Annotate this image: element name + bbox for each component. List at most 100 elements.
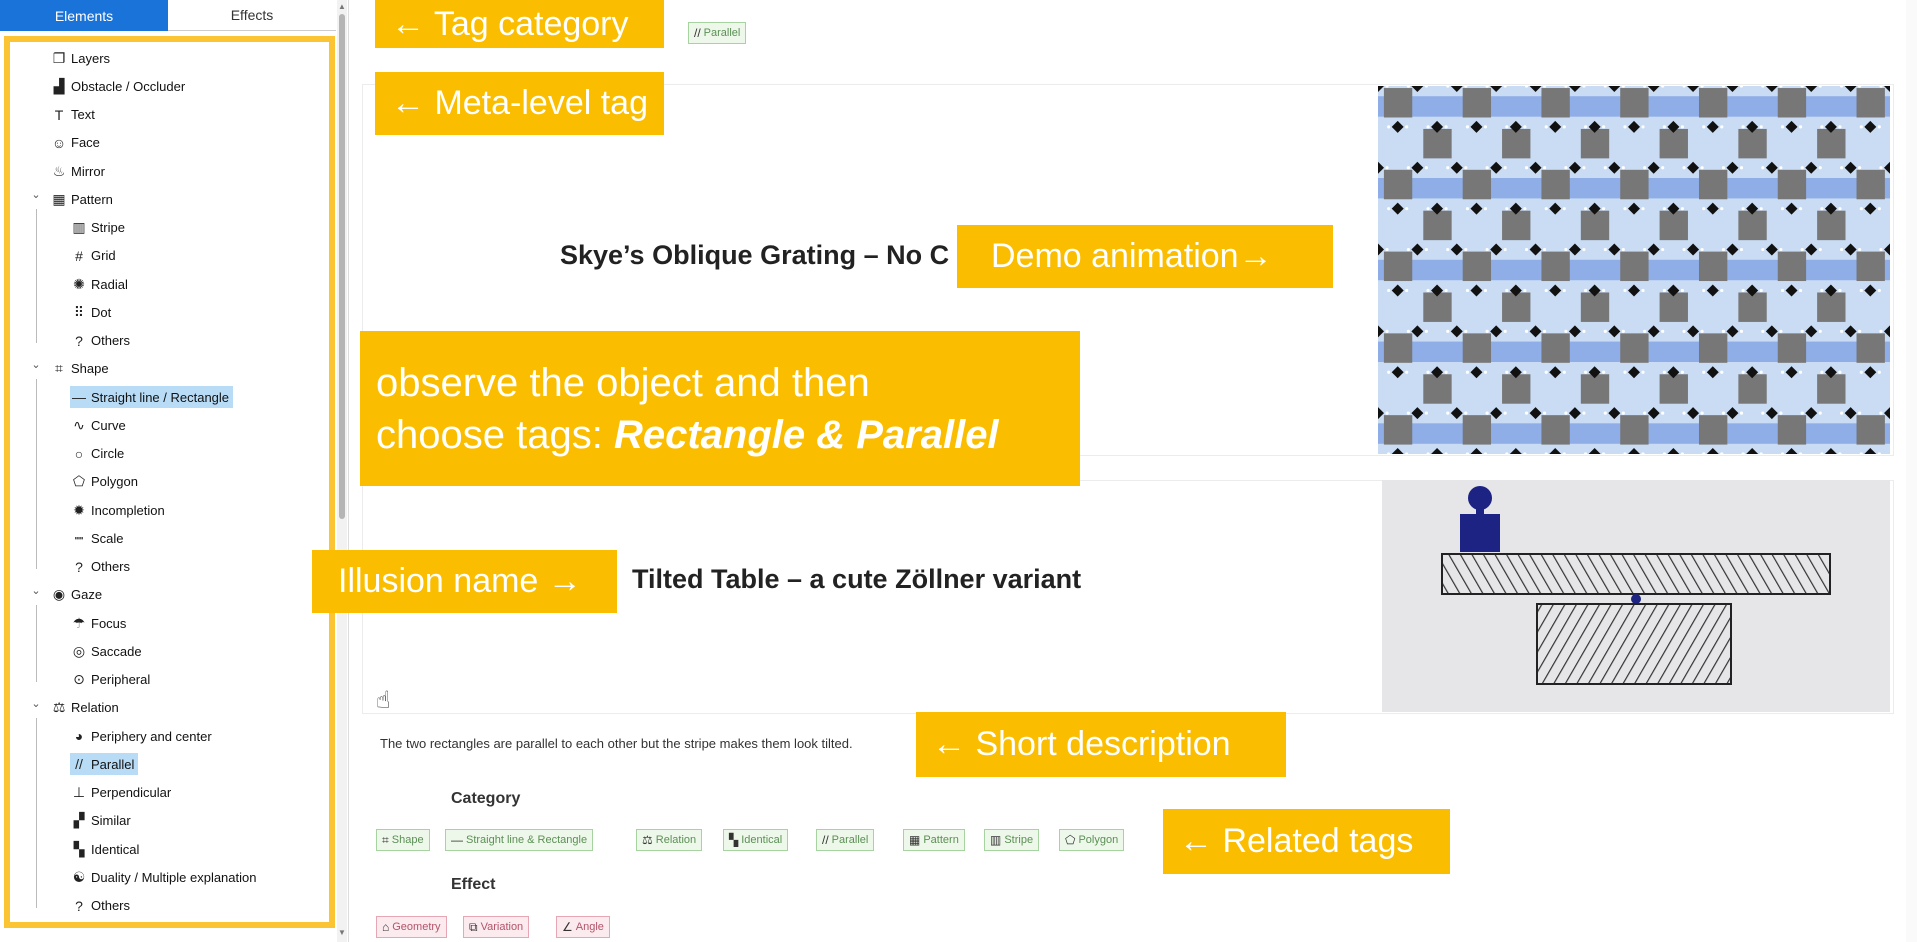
tree-item-grid[interactable]: # Grid [70,245,116,267]
grating-dot [1603,411,1607,415]
radial-icon: ✺ [73,275,85,292]
category-tag-straight-line-rectangle[interactable]: — Straight line & Rectangle [445,829,594,851]
grating-dot [1643,247,1647,252]
tree-item-identical[interactable]: ▚ Identical [70,838,140,860]
demo-animation-tilted-table[interactable] [1382,480,1890,712]
tree-item-label: Radial [91,276,128,292]
chevron-down-icon[interactable]: ⌄ [30,584,42,597]
tree-item-text[interactable]: T Text [50,104,95,126]
tag-icon: ▦ [909,833,921,847]
tree-item-curve[interactable]: ∿ Curve [70,414,126,436]
illusion-title-2[interactable]: Tilted Table – a cute Zöllner variant [632,564,1081,595]
chevron-down-icon[interactable]: ⌄ [30,188,42,201]
tag-label: Straight line & Rectangle [466,834,588,846]
grating-block [1817,210,1846,241]
tag-label: Parallel [831,834,869,846]
grating-dot [1702,125,1706,129]
tab-effects[interactable]: Effects [168,0,336,31]
grating-dot [1582,166,1586,170]
grating-dot [1483,207,1488,211]
category-tag-polygon[interactable]: ⬠ Polygon [1059,829,1125,851]
tree-item-label: Grid [91,248,116,264]
grating-dot [1623,370,1627,374]
tree-item-parallel[interactable]: // Parallel [70,753,139,776]
tree-item-duality-multiple-explanation[interactable]: ☯ Duality / Multiple explanation [70,866,257,888]
tree-item-focus[interactable]: ☂ Focus [70,612,127,634]
grating-dot [1682,329,1686,333]
circle-icon: ○ [74,445,84,462]
category-tag-shape[interactable]: ⌗ Shape [376,829,430,851]
grating-dot [1800,247,1804,252]
chevron-down-icon[interactable]: ⌄ [30,697,42,710]
tree-item-shape[interactable]: ⌗ Shape [50,358,109,380]
grating-dot [1700,166,1704,170]
tree-item-others[interactable]: ? Others [70,895,130,917]
scroll-down-icon[interactable]: ▼ [337,928,347,940]
grating-dot [1761,329,1765,333]
grating-dot [1662,288,1666,293]
grating-dot [1464,411,1468,415]
tree-item-others[interactable]: ? Others [70,330,130,352]
tree-item-others[interactable]: ? Others [70,556,130,578]
tag-tree: ❐ Layers ▟ Obstacle / Occluder T Text ☺ Face ♨ Mi… [4,36,335,928]
grating-block [1383,415,1413,445]
grating-block [1462,251,1492,282]
grating-dot [1505,370,1509,374]
grating-block [1856,169,1885,200]
grating-block [1383,88,1413,118]
sidebar-scroll-thumb[interactable] [339,14,345,519]
grating-dot [1424,247,1428,252]
grating-dot [1485,329,1489,333]
tree-item-dot[interactable]: ⠿ Dot [70,301,111,323]
grating-block [1620,251,1649,282]
tag-label: Polygon [1078,834,1119,846]
grating-block [1502,374,1531,404]
category-tag-relation[interactable]: ⚖ Relation [636,829,703,851]
tree-item-saccade[interactable]: ◎ Saccade [70,640,142,662]
tree-item-lighting[interactable]: ✹Lighting [50,923,117,928]
tree-item-perpendicular[interactable]: ⊥ Perpendicular [70,782,171,804]
tree-item-face[interactable]: ☺ Face [50,132,100,154]
category-tag-stripe[interactable]: ▥ Stripe [984,829,1040,851]
tree-item-label: Straight line / Rectangle [91,389,230,405]
grating-block [1541,169,1570,200]
grating-dot [1859,370,1863,374]
effect-tag-variation[interactable]: ⧉ Variation [463,916,530,938]
grating-dot [1840,166,1844,170]
scroll-up-icon[interactable]: ▲ [337,2,347,14]
category-tag-parallel[interactable]: //Parallel [816,829,875,851]
tree-item-stripe[interactable]: ▥ Stripe [70,217,125,239]
tree-item-layers[interactable]: ❐ Layers [50,47,110,69]
tree-item-pattern[interactable]: ▦ Pattern [50,188,113,210]
grating-dot [1564,411,1568,415]
grating-block [1777,169,1807,200]
tree-item-incompletion[interactable]: ✹ Incompletion [70,499,165,521]
demo-animation-grating[interactable] [1378,86,1890,454]
tree-item-scale[interactable]: ┉ Scale [70,527,124,549]
top-tag-parallel[interactable]: // Parallel [688,22,747,44]
tree-item-mirror[interactable]: ♨ Mirror [50,160,105,182]
tab-elements[interactable]: Elements [0,0,168,31]
effect-tag-geometry[interactable]: ⌂ Geometry [376,916,447,938]
tree-item-relation[interactable]: ⚖ Relation [50,697,119,719]
chevron-down-icon[interactable]: ⌄ [30,358,42,371]
tree-item-straight-line-rectangle[interactable]: — Straight line / Rectangle [70,386,234,408]
tree-item-circle[interactable]: ○ Circle [70,443,124,465]
tree-item-periphery-and-center[interactable]: ◕ Periphery and center [70,725,212,747]
grating-dot [1564,166,1568,170]
grating-dot [1621,247,1625,252]
tag-label: Angle [575,921,604,933]
grating-dot [1702,370,1706,374]
illusion-title-1[interactable]: Skye’s Oblique Grating – No C [560,240,949,271]
grating-block [1462,169,1492,200]
tree-item-gaze[interactable]: ◉ Gaze [50,584,102,606]
tree-item-polygon[interactable]: ⬠ Polygon [70,471,138,493]
tree-item-label: Polygon [91,474,138,490]
tree-item-peripheral[interactable]: ⊙ Peripheral [70,669,150,691]
tree-item-similar[interactable]: ▞ Similar [70,810,131,832]
category-tag-identical[interactable]: ▚ Identical [723,829,789,851]
tree-item-obstacle-occluder[interactable]: ▟ Obstacle / Occluder [50,75,186,97]
category-tag-pattern[interactable]: ▦ Pattern [903,829,965,851]
tree-item-radial[interactable]: ✺ Radial [70,273,128,295]
effect-tag-angle[interactable]: ∠ Angle [556,916,610,938]
